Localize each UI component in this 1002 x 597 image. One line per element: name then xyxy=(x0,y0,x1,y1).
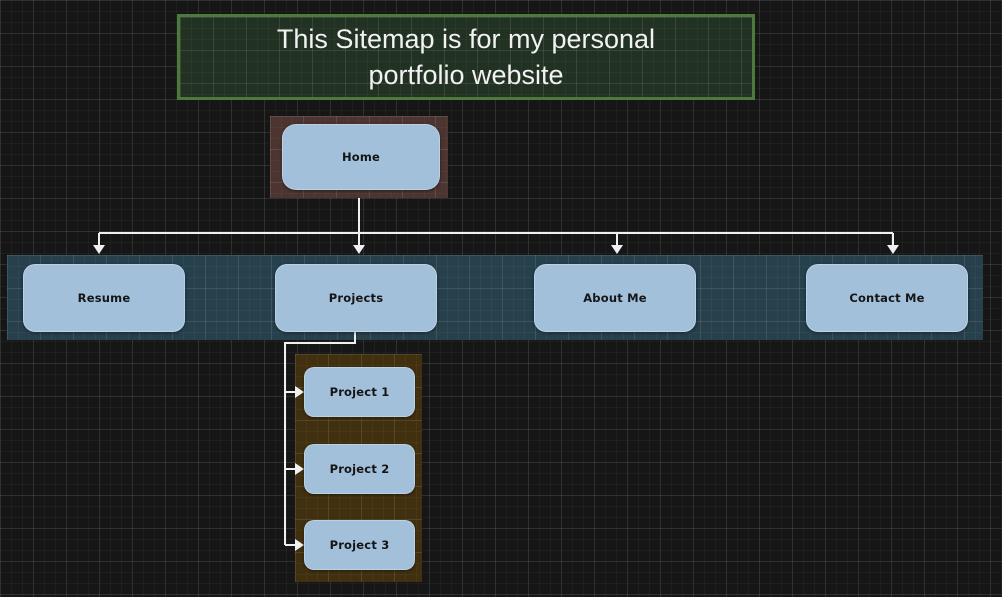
node-project-1[interactable]: Project 1 xyxy=(304,367,415,417)
title-box[interactable]: This Sitemap is for my personal portfoli… xyxy=(177,14,755,100)
node-home[interactable]: Home xyxy=(282,124,440,190)
diagram-canvas: This Sitemap is for my personal portfoli… xyxy=(0,0,1002,597)
node-about-me[interactable]: About Me xyxy=(534,264,696,332)
node-about-me-label: About Me xyxy=(583,291,647,305)
node-project-3[interactable]: Project 3 xyxy=(304,520,415,570)
node-resume[interactable]: Resume xyxy=(23,264,185,332)
node-project-2-label: Project 2 xyxy=(330,462,390,476)
title-line-2: portfolio website xyxy=(180,57,752,93)
title-line-1: This Sitemap is for my personal xyxy=(180,21,752,57)
arrowhead-projects xyxy=(353,245,365,254)
arrowhead-contact xyxy=(887,245,899,254)
node-contact-me[interactable]: Contact Me xyxy=(806,264,968,332)
node-contact-me-label: Contact Me xyxy=(849,291,924,305)
node-projects[interactable]: Projects xyxy=(275,264,437,332)
node-home-label: Home xyxy=(342,150,380,164)
arrowhead-resume xyxy=(93,245,105,254)
node-resume-label: Resume xyxy=(78,291,131,305)
node-projects-label: Projects xyxy=(329,291,384,305)
node-project-1-label: Project 1 xyxy=(330,385,390,399)
node-project-2[interactable]: Project 2 xyxy=(304,444,415,494)
arrowhead-about xyxy=(611,245,623,254)
node-project-3-label: Project 3 xyxy=(330,538,390,552)
